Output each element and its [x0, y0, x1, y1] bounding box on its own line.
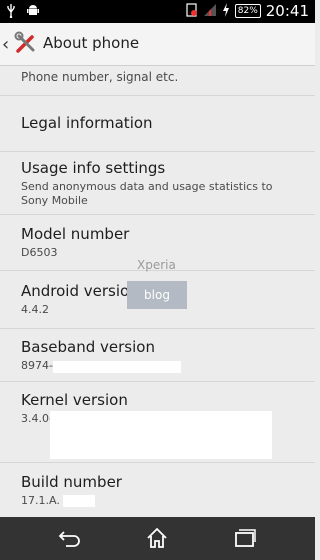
list-item-kernel: Kernel version 3.4.0- [0, 382, 315, 463]
back-icon[interactable] [58, 527, 82, 553]
recent-apps-icon[interactable] [233, 527, 257, 553]
list-item-baseband: Baseband version 8974- [0, 329, 315, 382]
status-bar: 82% 20:41 [0, 0, 315, 23]
back-caret-icon[interactable]: ‹ [2, 34, 9, 55]
build-title: Build number [21, 473, 122, 491]
list-item-status[interactable]: Phone number, signal etc. [0, 66, 315, 96]
build-value: 17.1.A. [21, 494, 60, 507]
redaction-block [63, 495, 95, 507]
status-subtitle: Phone number, signal etc. [21, 70, 179, 84]
watermark-badge: blog [127, 281, 187, 309]
legal-title: Legal information [21, 114, 153, 132]
redaction-block [53, 361, 181, 373]
signal-icon [203, 3, 217, 20]
charging-icon [222, 2, 230, 20]
action-bar: ‹ About phone [0, 23, 315, 66]
clock: 20:41 [265, 2, 309, 20]
usb-icon [6, 3, 16, 22]
kernel-title: Kernel version [21, 391, 128, 409]
android-title: Android version [21, 282, 139, 300]
settings-tools-icon[interactable] [14, 31, 38, 59]
list-item-build[interactable]: Build number 17.1.A. [0, 463, 315, 517]
android-icon [26, 3, 40, 22]
sim-alert-icon [186, 2, 198, 20]
battery-indicator: 82% [234, 4, 261, 18]
list-item-legal[interactable]: Legal information [0, 95, 315, 152]
list-item-usage-info[interactable]: Usage info settings Send anonymous data … [0, 152, 315, 215]
navigation-bar [0, 517, 315, 560]
redaction-block [50, 411, 272, 459]
usage-title: Usage info settings [21, 159, 166, 177]
model-title: Model number [21, 225, 130, 243]
usage-subtitle: Send anonymous data and usage statistics… [21, 180, 273, 207]
page-title: About phone [43, 34, 140, 52]
watermark-text: Xperia [137, 258, 176, 272]
home-icon[interactable] [146, 527, 168, 553]
baseband-title: Baseband version [21, 338, 155, 356]
